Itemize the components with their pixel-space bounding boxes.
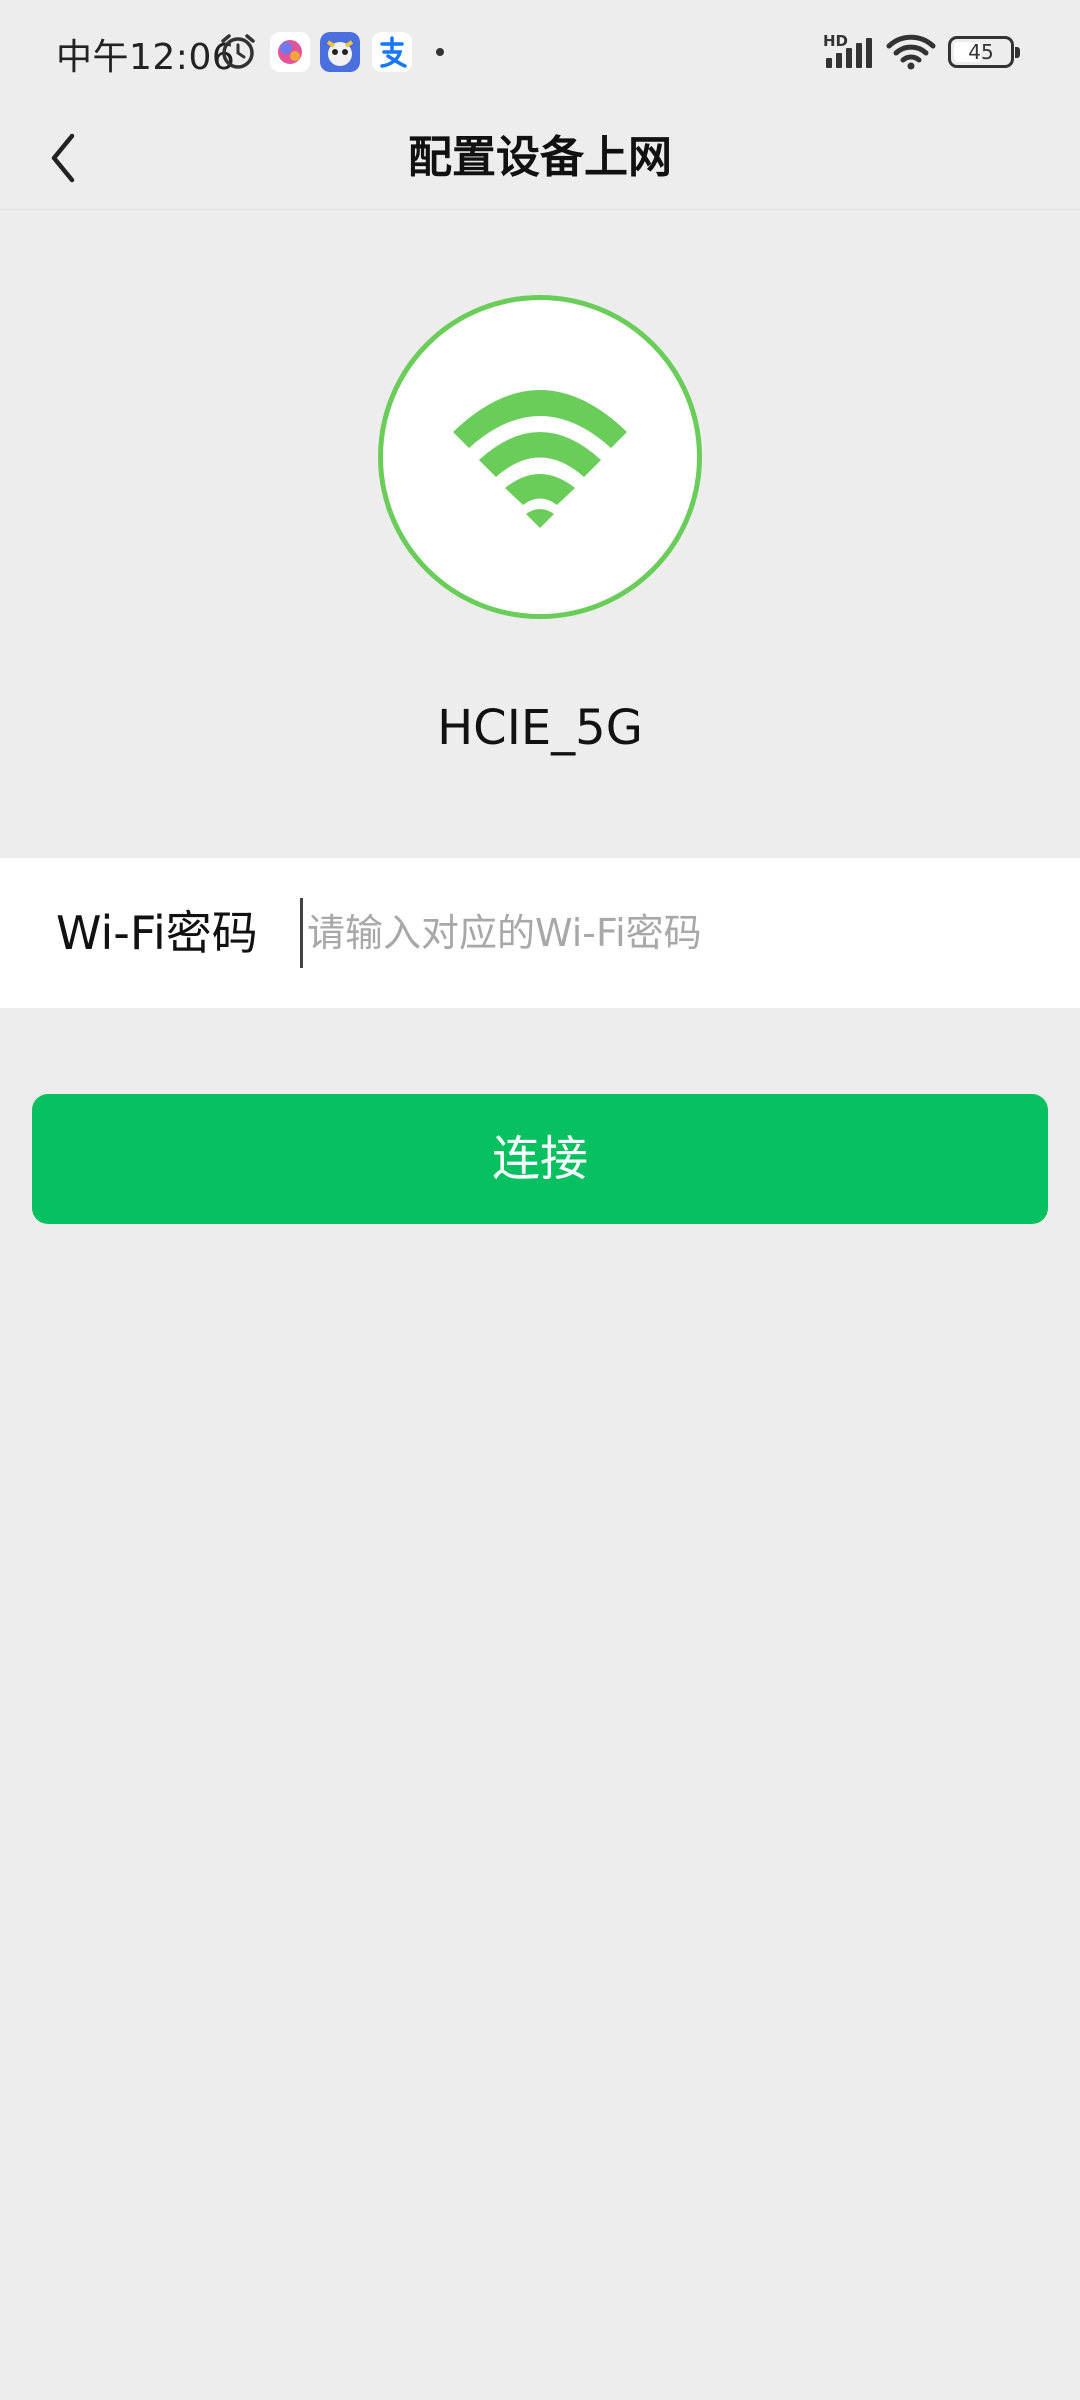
alipay-icon	[372, 32, 412, 72]
password-row: Wi-Fi密码	[0, 858, 1080, 1008]
page-title: 配置设备上网	[408, 132, 672, 183]
battery-level: 45	[968, 40, 994, 64]
wifi-ssid: HCIE_5G	[437, 700, 643, 756]
wifi-status-icon	[886, 34, 936, 70]
password-input[interactable]	[300, 898, 1040, 968]
connect-button[interactable]: 连接	[32, 1094, 1048, 1224]
status-bar: 中午12:06 HD 45	[0, 0, 1080, 104]
wifi-badge	[378, 295, 702, 619]
password-label: Wi-Fi密码	[56, 906, 258, 960]
alarm-icon	[221, 34, 255, 69]
game-app-icon	[320, 32, 360, 72]
nav-bar: 配置设备上网	[0, 104, 1080, 210]
notification-dot	[436, 48, 444, 56]
wifi-icon	[453, 390, 627, 528]
battery-icon: 45	[948, 36, 1020, 68]
signal-icon	[826, 38, 872, 68]
app-icon	[270, 32, 310, 72]
status-time: 中午12:06	[56, 37, 236, 78]
